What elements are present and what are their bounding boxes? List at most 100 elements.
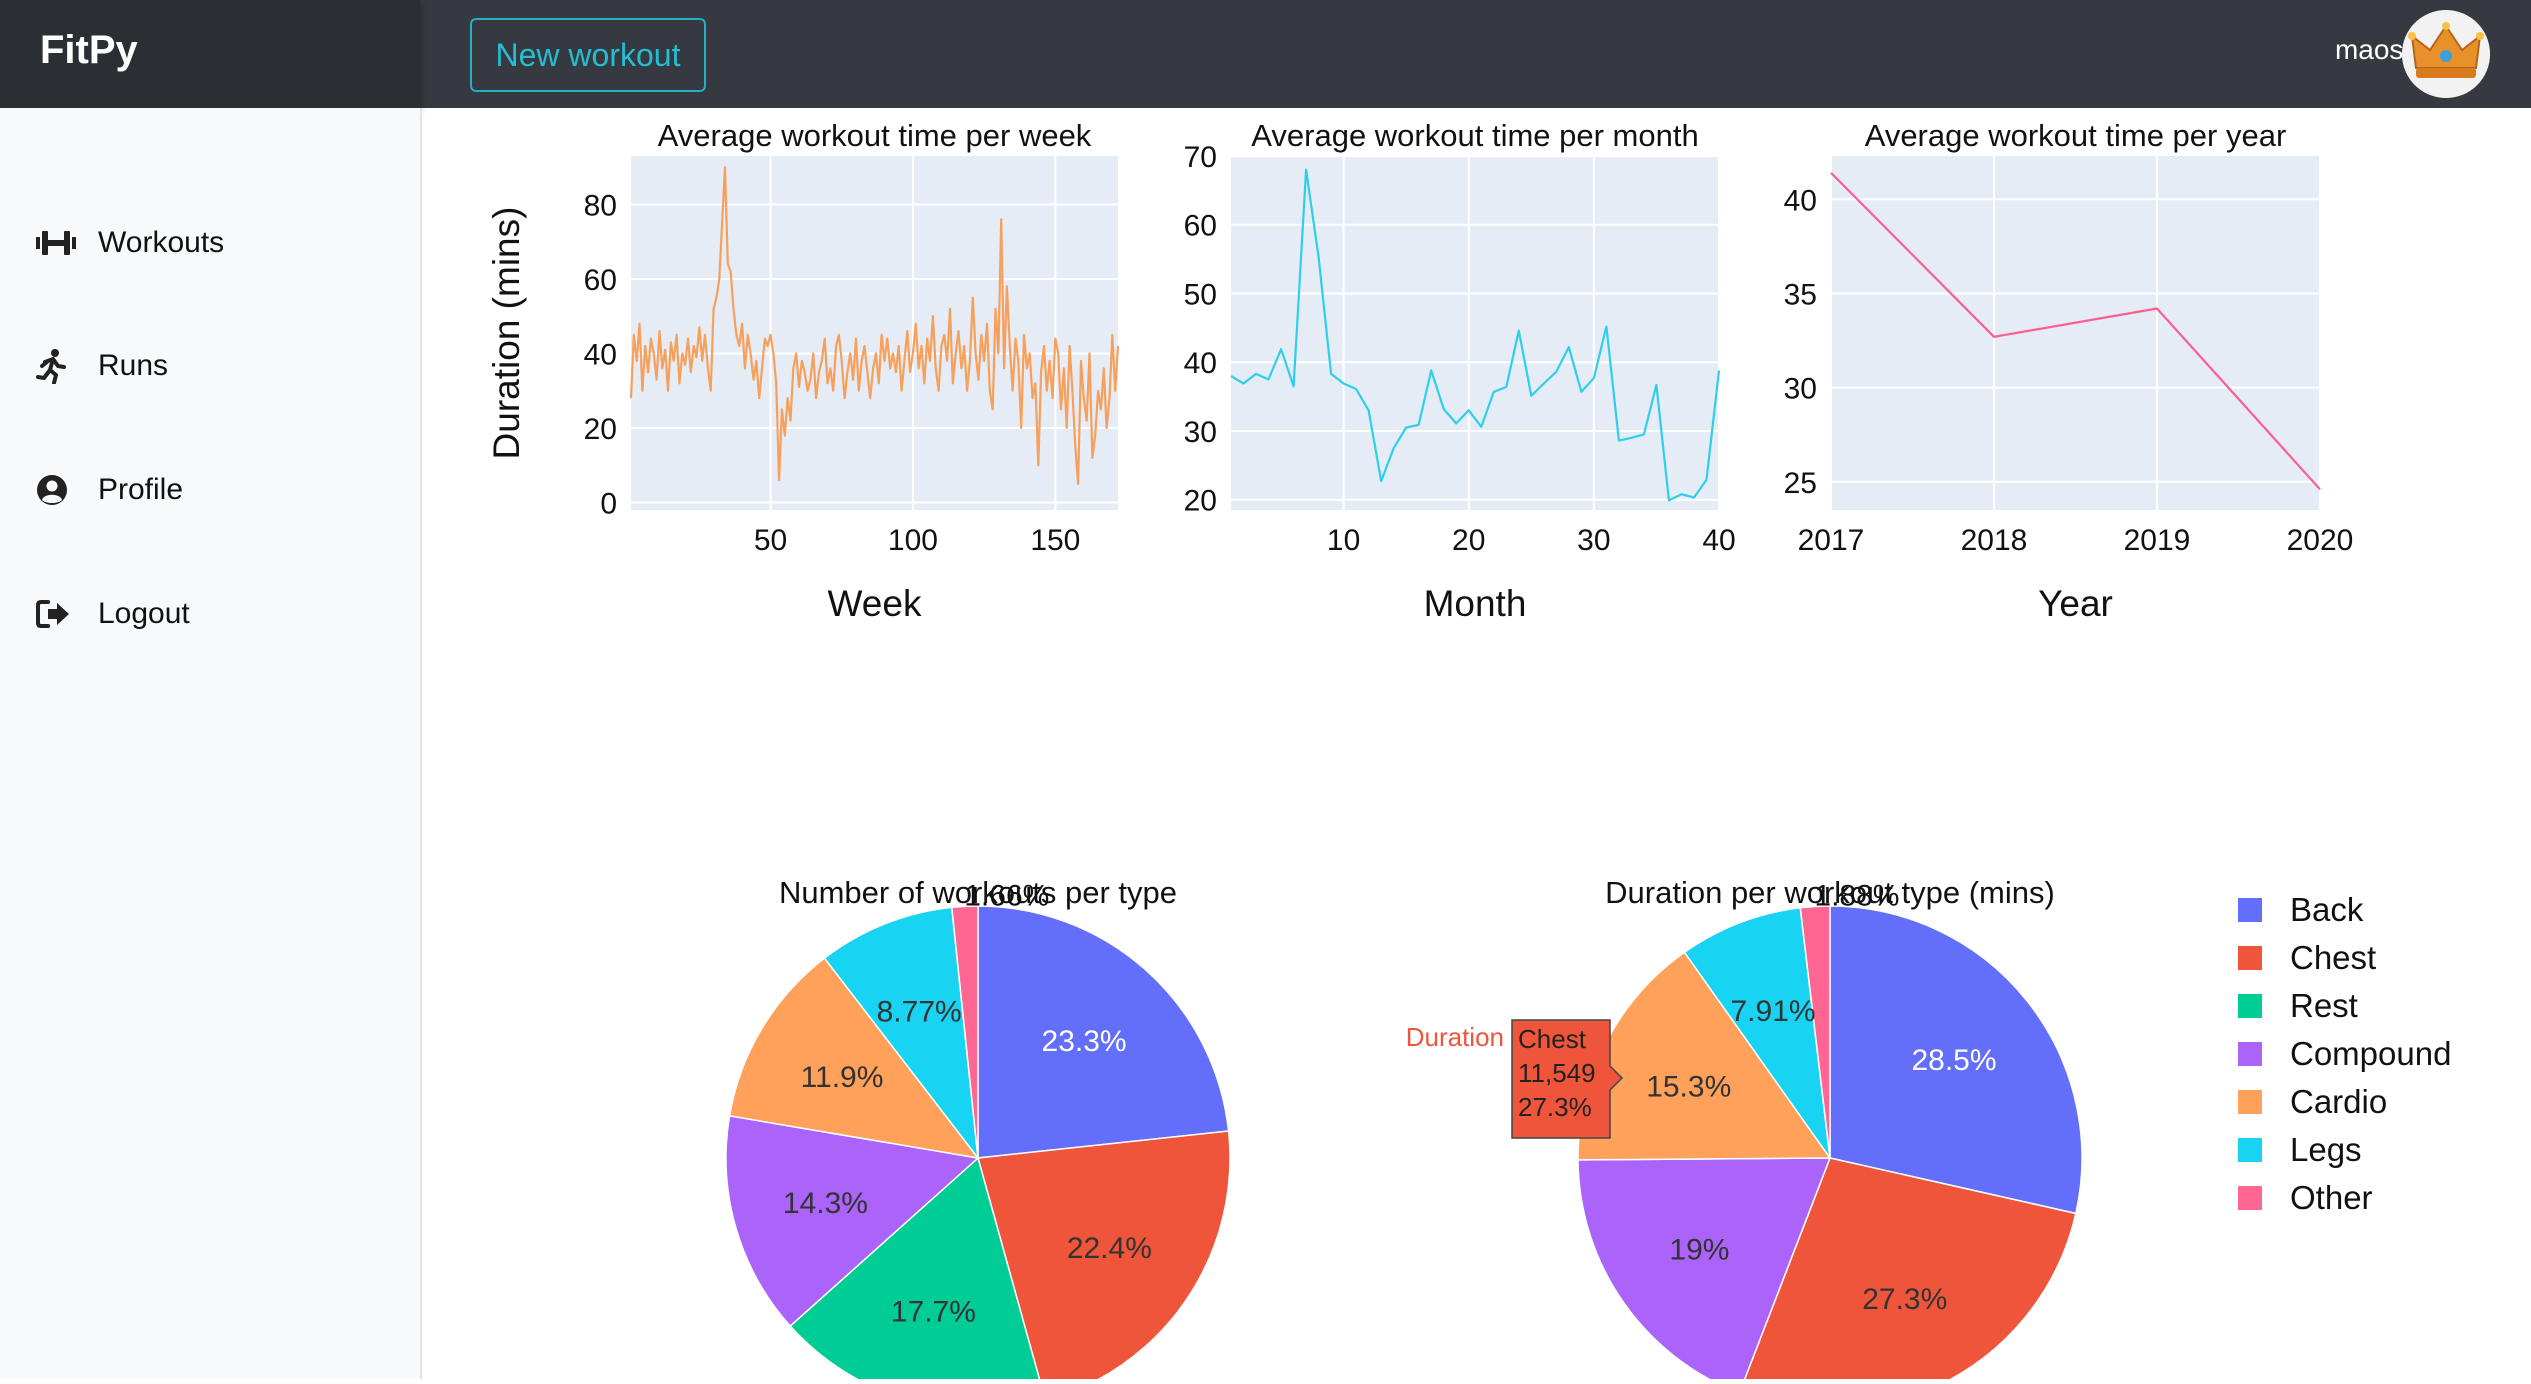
chart-title: Average workout time per year	[1865, 118, 2287, 153]
y-tick-label: 40	[1784, 184, 1817, 217]
dumbbell-icon	[36, 223, 84, 263]
pie-percent-label: 23.3%	[1042, 1025, 1127, 1058]
logout-icon	[36, 594, 84, 634]
x-tick-label: 2020	[2287, 524, 2354, 557]
pie-percent-label: 8.77%	[877, 996, 962, 1029]
pie-percent-label: 17.7%	[891, 1295, 976, 1328]
legend-item-cardio[interactable]: Cardio	[2238, 1078, 2451, 1126]
brand-area: FitPy	[0, 0, 420, 108]
sidebar: Workouts Runs Profile Logout	[0, 108, 422, 1379]
sidebar-item-workouts[interactable]: Workouts	[36, 218, 396, 268]
pie-legend: Back Chest Rest Compound Cardio Legs Oth…	[2238, 886, 2451, 1222]
x-tick-label: 10	[1327, 524, 1360, 557]
x-tick-label: 100	[888, 524, 938, 557]
x-tick-label: 2018	[1961, 524, 2028, 557]
y-tick-label: 30	[1184, 416, 1217, 449]
y-tick-label: 25	[1784, 467, 1817, 500]
plot-area	[1831, 156, 2320, 510]
sidebar-item-profile[interactable]: Profile	[36, 465, 396, 515]
legend-item-back[interactable]: Back	[2238, 886, 2451, 934]
y-tick-label: 60	[584, 264, 617, 297]
legend-swatch	[2238, 946, 2262, 970]
legend-swatch	[2238, 1138, 2262, 1162]
legend-swatch	[2238, 1090, 2262, 1114]
pie-percent-label: 14.3%	[783, 1187, 868, 1220]
legend-label: Back	[2290, 891, 2364, 928]
y-tick-label: 30	[1784, 373, 1817, 406]
legend-item-other[interactable]: Other	[2238, 1174, 2451, 1222]
legend-swatch	[2238, 1186, 2262, 1210]
brand-logo[interactable]: FitPy	[40, 28, 138, 73]
pie-percent-label: 11.9%	[801, 1061, 884, 1094]
pie-chart-2: Duration per workout type (mins)28.5%27.…	[1406, 875, 2083, 1384]
y-tick-label: 0	[600, 488, 617, 521]
legend-item-legs[interactable]: Legs	[2238, 1126, 2451, 1174]
charts-canvas: 50 100 150 0 20 40 60 80 Average workout time pe…	[486, 118, 2354, 1384]
sidebar-item-runs[interactable]: Runs	[36, 341, 396, 391]
sidebar-item-label: Workouts	[98, 226, 225, 259]
crown-icon	[2402, 10, 2490, 98]
tooltip-value: 11,549	[1518, 1058, 1596, 1088]
plot-area	[631, 156, 1118, 510]
legend-item-chest[interactable]: Chest	[2238, 934, 2451, 982]
x-tick-label: 20	[1452, 524, 1485, 557]
chart-title: Average workout time per week	[658, 118, 1092, 153]
legend-label: Legs	[2290, 1131, 2362, 1168]
tooltip-percent: 27.3%	[1518, 1092, 1592, 1122]
legend-label: Chest	[2290, 939, 2377, 976]
x-axis-label: Week	[828, 583, 922, 624]
avatar[interactable]	[2402, 10, 2490, 98]
legend-swatch	[2238, 1042, 2262, 1066]
legend-swatch	[2238, 898, 2262, 922]
y-tick-label: 40	[1184, 347, 1217, 380]
sidebar-item-label: Profile	[98, 473, 184, 506]
legend-label: Cardio	[2290, 1083, 2388, 1120]
x-tick-label: 30	[1577, 524, 1610, 557]
pie-percent-label: 19%	[1669, 1233, 1729, 1266]
pie-percent-label: 22.4%	[1067, 1232, 1152, 1265]
tooltip-series-name: Duration	[1406, 1022, 1504, 1052]
pie-percent-label: 15.3%	[1646, 1071, 1731, 1104]
y-tick-label: 70	[1184, 141, 1217, 174]
legend-item-rest[interactable]: Rest	[2238, 982, 2451, 1030]
legend-label: Compound	[2290, 1035, 2452, 1072]
legend-swatch	[2238, 994, 2262, 1018]
y-tick-label: 35	[1784, 278, 1817, 311]
sidebar-item-label: Runs	[98, 349, 169, 382]
y-tick-label: 20	[584, 413, 617, 446]
line-chart-3: 2017 2018 2019 2020 25 30 35 40 Average workout …	[1784, 118, 2354, 624]
hover-tooltip: Duration Chest 11,549 27.3%	[1406, 1019, 1624, 1139]
y-tick-label: 20	[1184, 485, 1217, 518]
pie-percent-label: 27.3%	[1862, 1283, 1947, 1316]
pie-percent-label: 7.91%	[1730, 995, 1815, 1028]
x-tick-label: 40	[1702, 524, 1735, 557]
sidebar-item-label: Logout	[98, 597, 190, 630]
line-chart-1: 50 100 150 0 20 40 60 80 Average workout time pe…	[486, 118, 1120, 624]
x-tick-label: 50	[754, 524, 787, 557]
user-circle-icon	[36, 470, 84, 510]
legend-item-compound[interactable]: Compound	[2238, 1030, 2451, 1078]
x-tick-label: 2017	[1798, 524, 1865, 557]
line-chart-2: 10 20 30 40 20 30 40 50 60 70 Average workout time…	[1184, 118, 1736, 624]
x-tick-label: 150	[1030, 524, 1080, 557]
y-tick-label: 40	[584, 338, 617, 371]
y-tick-label: 50	[1184, 278, 1217, 311]
legend-label: Rest	[2290, 987, 2358, 1024]
y-tick-label: 80	[584, 189, 617, 222]
y-tick-label: 60	[1184, 210, 1217, 243]
tooltip-label: Chest	[1518, 1024, 1587, 1054]
chart-title: Average workout time per month	[1251, 118, 1698, 153]
pie-chart-1: Number of workouts per type23.3%22.4%17.…	[725, 875, 1231, 1384]
top-navbar: FitPy New workout maosa	[0, 0, 2531, 108]
legend-label: Other	[2290, 1179, 2373, 1216]
pie-percent-label: 1.66%	[964, 879, 1049, 912]
x-tick-label: 2019	[2124, 524, 2191, 557]
sidebar-item-logout[interactable]: Logout	[36, 589, 396, 639]
x-axis-label: Year	[2038, 583, 2113, 624]
x-axis-label: Month	[1424, 583, 1527, 624]
pie-percent-label: 28.5%	[1911, 1044, 1996, 1077]
pie-percent-label: 1.88%	[1814, 879, 1899, 912]
dashboard-main: 50 100 150 0 20 40 60 80 Average workout time pe…	[420, 108, 2531, 1384]
runner-icon	[36, 346, 84, 386]
new-workout-button[interactable]: New workout	[470, 18, 706, 92]
